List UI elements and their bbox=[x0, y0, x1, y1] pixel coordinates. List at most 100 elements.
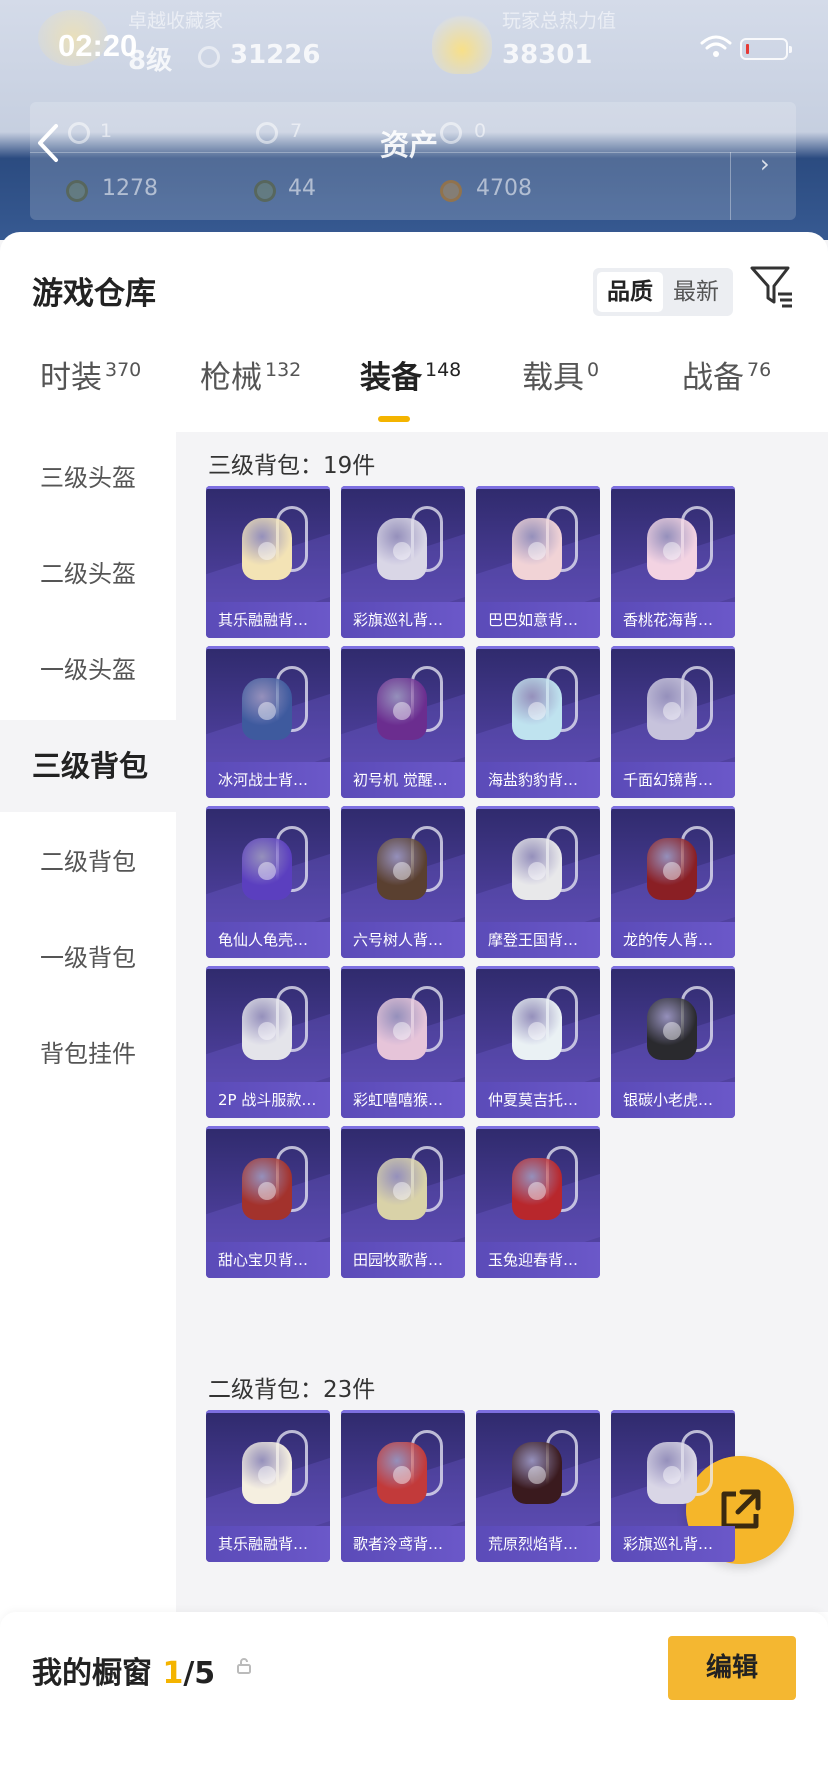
sort-newest-button[interactable]: 最新 bbox=[663, 272, 729, 312]
tab-label: 时装 bbox=[40, 360, 102, 396]
item-card[interactable]: 玉兔迎春背… bbox=[476, 1126, 600, 1278]
red-pouch-backpack-icon bbox=[371, 1426, 443, 1508]
item-card[interactable]: 银碳小老虎… bbox=[611, 966, 735, 1118]
sidebar-item-backpack-pendant[interactable]: 背包挂件 bbox=[0, 1008, 176, 1100]
tab-count: 132 bbox=[265, 359, 302, 381]
item-label: 彩虹嘻嘻猴… bbox=[341, 1082, 465, 1118]
item-label: 玉兔迎春背… bbox=[476, 1242, 600, 1278]
sidebar-item-level3-helmet[interactable]: 三级头盔 bbox=[0, 432, 176, 524]
item-card[interactable]: 六号树人背… bbox=[341, 806, 465, 958]
item-label: 香桃花海背… bbox=[611, 602, 735, 638]
tab-equipment[interactable]: 装备 148 bbox=[360, 352, 461, 422]
sort-quality-button[interactable]: 品质 bbox=[597, 272, 663, 312]
rainbow-monkey-backpack-icon bbox=[371, 982, 443, 1064]
asset-value: 4708 bbox=[476, 176, 532, 201]
item-label: 其乐融融背… bbox=[206, 602, 330, 638]
divider bbox=[730, 152, 731, 220]
item-label: 仲夏莫吉托… bbox=[476, 1082, 600, 1118]
item-card[interactable]: 千面幻镜背… bbox=[611, 646, 735, 798]
item-card[interactable]: 荒原烈焰背… bbox=[476, 1410, 600, 1562]
rank-title: 卓越收藏家 bbox=[128, 10, 224, 32]
category-tabs: 时装 370 枪械 132 装备 148 载具 0 战备 76 bbox=[0, 352, 828, 422]
turtle-shell-backpack-icon bbox=[236, 822, 308, 904]
sidebar-item-level2-helmet[interactable]: 二级头盔 bbox=[0, 528, 176, 620]
showcase-title: 我的橱窗 1/5 bbox=[32, 1648, 215, 1692]
item-card[interactable]: 彩旗巡礼背… bbox=[341, 486, 465, 638]
showcase-bar: 我的橱窗 1/5 编辑 bbox=[0, 1612, 828, 1792]
tab-firearms[interactable]: 枪械 132 bbox=[200, 352, 301, 422]
back-icon[interactable] bbox=[28, 118, 68, 168]
item-card[interactable]: 甜心宝贝背… bbox=[206, 1126, 330, 1278]
item-card[interactable]: 2P 战斗服款… bbox=[206, 966, 330, 1118]
pink-bow-backpack-icon bbox=[641, 502, 713, 584]
item-card[interactable]: 其乐融融背… bbox=[206, 486, 330, 638]
item-label: 海盐豹豹背… bbox=[476, 762, 600, 798]
item-card[interactable]: 其乐融融背… bbox=[206, 1410, 330, 1562]
item-card[interactable]: 摩登王国背… bbox=[476, 806, 600, 958]
panda-bear-backpack-icon bbox=[506, 822, 578, 904]
item-label: 摩登王国背… bbox=[476, 922, 600, 958]
mirror-backpack-icon bbox=[641, 662, 713, 744]
item-label: 龟仙人龟壳… bbox=[206, 922, 330, 958]
warehouse-title: 游戏仓库 bbox=[32, 276, 156, 312]
item-label: 彩旗巡礼背… bbox=[341, 602, 465, 638]
item-card[interactable]: 龙的传人背… bbox=[611, 806, 735, 958]
wifi-icon bbox=[700, 35, 732, 57]
mojito-backpack-icon bbox=[506, 982, 578, 1064]
status-time: 02:20 bbox=[58, 28, 138, 63]
treehouse-backpack-icon bbox=[371, 822, 443, 904]
item-card[interactable]: 仲夏莫吉托… bbox=[476, 966, 600, 1118]
tab-label: 战备 bbox=[682, 360, 744, 396]
item-label: 千面幻镜背… bbox=[611, 762, 735, 798]
chevron-right-icon[interactable]: › bbox=[760, 150, 770, 178]
sidebar-item-level3-backpack[interactable]: 三级背包 bbox=[0, 720, 176, 812]
item-label: 田园牧歌背… bbox=[341, 1242, 465, 1278]
edit-button[interactable]: 编辑 bbox=[668, 1636, 796, 1700]
item-card[interactable]: 田园牧歌背… bbox=[341, 1126, 465, 1278]
power-title: 玩家总热力值 bbox=[502, 10, 617, 32]
black-red-backpack-icon bbox=[506, 1426, 578, 1508]
sidebar: 三级头盔 二级头盔 一级头盔 三级背包 二级背包 一级背包 背包挂件 bbox=[0, 432, 176, 1612]
picnic-basket-backpack-icon bbox=[371, 1142, 443, 1224]
tab-count: 76 bbox=[747, 359, 772, 381]
tab-count: 370 bbox=[105, 359, 142, 381]
tab-fashion[interactable]: 时装 370 bbox=[40, 352, 141, 422]
item-card[interactable]: 彩虹嘻嘻猴… bbox=[341, 966, 465, 1118]
sidebar-item-level1-helmet[interactable]: 一级头盔 bbox=[0, 624, 176, 716]
showcase-label: 我的橱窗 bbox=[32, 1656, 152, 1691]
sidebar-item-level1-backpack[interactable]: 一级背包 bbox=[0, 912, 176, 1004]
item-label: 龙的传人背… bbox=[611, 922, 735, 958]
cake-backpack-icon bbox=[236, 1142, 308, 1224]
asset-icon bbox=[68, 122, 90, 144]
item-card[interactable]: 歌者泠鸢背… bbox=[341, 1410, 465, 1562]
page-title: 资产 bbox=[380, 128, 439, 162]
red-dragon-backpack-icon bbox=[641, 822, 713, 904]
filter-icon[interactable] bbox=[748, 262, 796, 310]
item-label: 冰河战士背… bbox=[206, 762, 330, 798]
lace-backpack-icon bbox=[641, 1426, 713, 1508]
white-armor-backpack-icon bbox=[236, 982, 308, 1064]
pink-bunny-backpack-icon bbox=[506, 502, 578, 584]
warehouse-sheet: 游戏仓库 品质 最新 时装 370 枪械 132 装备 148 载具 0 战备 76 三级… bbox=[0, 232, 828, 1792]
item-card[interactable]: 初号机 觉醒… bbox=[341, 646, 465, 798]
ticket-icon bbox=[66, 180, 88, 202]
section-title: 三级背包：19件 bbox=[208, 453, 376, 479]
item-card[interactable]: 巴巴如意背… bbox=[476, 486, 600, 638]
showcase-total: /5 bbox=[183, 1656, 216, 1691]
item-card[interactable]: 海盐豹豹背… bbox=[476, 646, 600, 798]
lace-backpack-icon bbox=[371, 502, 443, 584]
item-label: 初号机 觉醒… bbox=[341, 762, 465, 798]
coin-count: 31226 bbox=[230, 40, 321, 70]
lock-icon bbox=[237, 1658, 251, 1674]
item-card[interactable]: 龟仙人龟壳… bbox=[206, 806, 330, 958]
tab-label: 枪械 bbox=[200, 360, 262, 396]
item-label: 荒原烈焰背… bbox=[476, 1526, 600, 1562]
item-card[interactable]: 冰河战士背… bbox=[206, 646, 330, 798]
tab-vehicles[interactable]: 载具 0 bbox=[522, 352, 599, 422]
asset-icon bbox=[440, 122, 462, 144]
coin-icon bbox=[198, 46, 220, 68]
item-card[interactable]: 香桃花海背… bbox=[611, 486, 735, 638]
tab-supplies[interactable]: 战备 76 bbox=[682, 352, 771, 422]
sidebar-item-level2-backpack[interactable]: 二级背包 bbox=[0, 816, 176, 908]
tiger-backpack-icon bbox=[641, 982, 713, 1064]
